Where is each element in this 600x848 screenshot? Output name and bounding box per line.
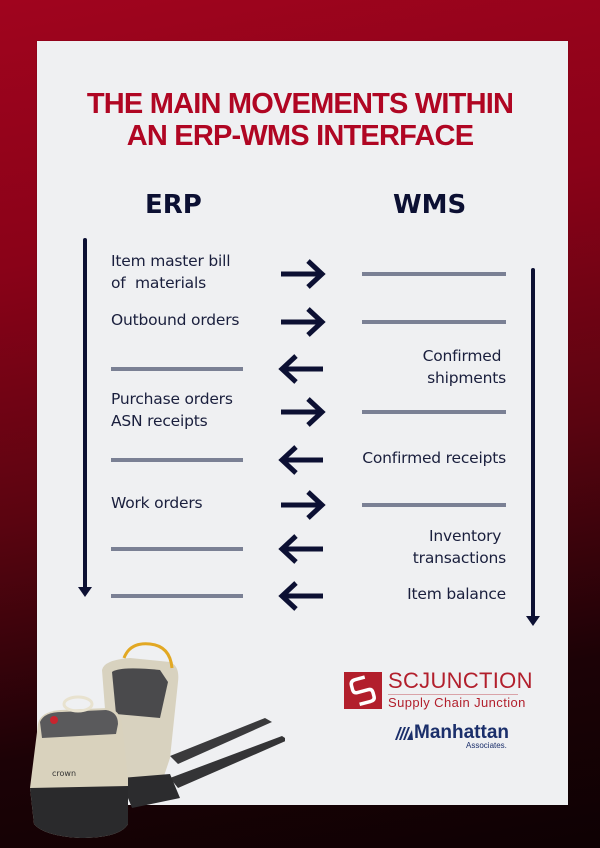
erp-column-header: ERP: [145, 190, 202, 220]
manhattan-tagline: Associates.: [466, 741, 507, 750]
erp-item-label: Work orders: [111, 494, 203, 512]
wms-placeholder-bar: [362, 503, 506, 507]
arrow-left-icon: [278, 354, 323, 384]
erp-placeholder-bar: [111, 458, 243, 462]
erp-placeholder-bar: [111, 594, 243, 598]
control-top: [40, 710, 118, 738]
wms-item-label: Inventory transactions: [412, 527, 506, 567]
wms-placeholder-bar: [362, 410, 506, 414]
erp-timeline-line: [83, 238, 87, 590]
erp-item-label: Purchase orders ASN receipts: [111, 390, 233, 430]
erp-item-label: Outbound orders: [111, 311, 240, 329]
title-line-2: AN ERP-WMS INTERFACE: [126, 120, 474, 152]
fork-right: [170, 736, 285, 788]
brand-label: crown: [52, 769, 76, 778]
emergency-stop-icon: [50, 716, 58, 724]
arrow-right-icon: [281, 307, 326, 337]
forklift-image: crown: [30, 642, 285, 838]
title-line-1: THE MAIN MOVEMENTS WITHIN: [86, 88, 514, 120]
platform: [120, 774, 180, 808]
erp-placeholder-bar: [111, 367, 243, 371]
fork-left: [170, 718, 272, 764]
backrest-panel: [112, 668, 168, 718]
wms-timeline-arrowhead-icon: [526, 616, 540, 626]
arrow-right-icon: [281, 490, 326, 520]
scjunction-tagline: Supply Chain Junction: [388, 695, 526, 710]
arrow-left-icon: [278, 445, 323, 475]
wms-item-label: Confirmed receipts: [362, 449, 506, 467]
wms-timeline-line: [531, 268, 535, 620]
scjunction-mark-icon: [344, 672, 382, 709]
wms-item-label: Confirmed shipments: [422, 347, 507, 387]
erp-placeholder-bar: [111, 547, 243, 551]
arrow-left-icon: [278, 534, 323, 564]
arrow-right-icon: [281, 397, 326, 427]
body-base: [30, 786, 128, 838]
erp-item-label: Item master bill of materials: [111, 252, 231, 292]
wms-placeholder-bar: [362, 272, 506, 276]
arrow-right-icon: [281, 259, 326, 289]
wms-item-label: Item balance: [407, 585, 506, 603]
wms-placeholder-bar: [362, 320, 506, 324]
page-title: THE MAIN MOVEMENTS WITHIN AN ERP-WMS INT…: [0, 88, 600, 152]
erp-timeline-arrowhead-icon: [78, 587, 92, 597]
wms-column-header: WMS: [393, 190, 467, 220]
scjunction-name: SCJUNCTION: [388, 668, 533, 693]
manhattan-mark-icon: [395, 727, 413, 740]
steering-wheel: [62, 695, 94, 713]
arrow-left-icon: [278, 581, 323, 611]
